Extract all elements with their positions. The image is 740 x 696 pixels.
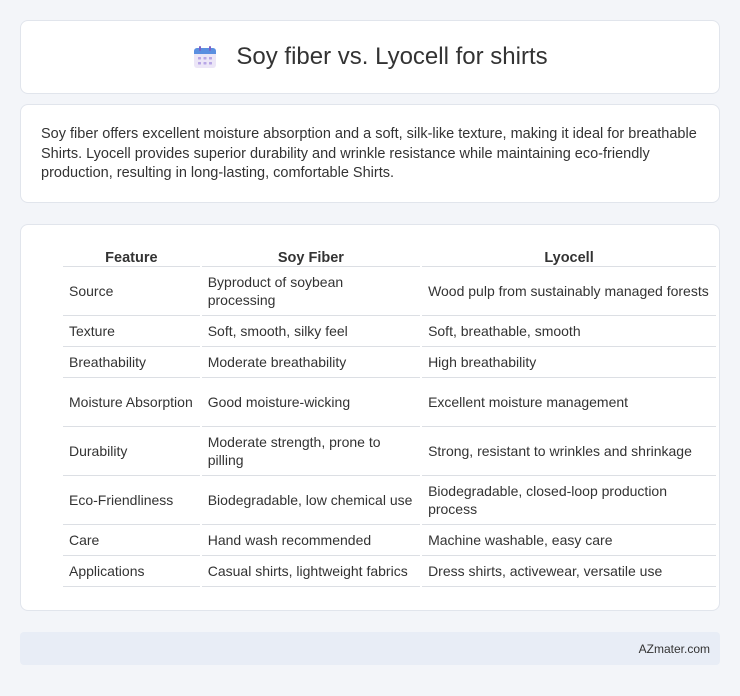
header-lyocell: Lyocell — [422, 243, 716, 267]
calendar-icon — [194, 46, 217, 68]
lyocell-cell: High breathability — [422, 347, 716, 378]
soy-fiber-cell: Biodegradable, low chemical use — [201, 476, 421, 525]
feature-cell: Eco-Friendliness — [63, 476, 200, 525]
footer-source-label: AZmater.com — [638, 641, 710, 656]
table-row: Applications Casual shirts, lightweight … — [63, 556, 716, 587]
soy-fiber-cell: Moderate strength, prone to pilling — [201, 427, 421, 476]
table-row: Moisture Absorption Good moisture-wickin… — [63, 378, 716, 427]
lyocell-cell: Wood pulp from sustainably managed fores… — [422, 267, 716, 316]
table-row: Care Hand wash recommended Machine washa… — [63, 525, 716, 556]
lyocell-cell: Excellent moisture management — [422, 378, 716, 427]
soy-fiber-cell: Byproduct of soybean processing — [201, 267, 421, 316]
header-soy-fiber: Soy Fiber — [201, 243, 421, 267]
table-header-row: Feature Soy Fiber Lyocell — [63, 243, 716, 267]
soy-fiber-cell: Casual shirts, lightweight fabrics — [201, 556, 421, 587]
header-card: Soy fiber vs. Lyocell for shirts — [20, 20, 720, 94]
feature-cell: Moisture Absorption — [63, 378, 200, 427]
summary-card: Soy fiber offers excellent moisture abso… — [20, 104, 720, 203]
feature-cell: Durability — [63, 427, 200, 476]
lyocell-cell: Machine washable, easy care — [422, 525, 716, 556]
header-feature: Feature — [63, 243, 200, 267]
comparison-table: Feature Soy Fiber Lyocell Source Byprodu… — [61, 243, 718, 587]
table-row: Texture Soft, smooth, silky feel Soft, b… — [63, 316, 716, 347]
lyocell-cell: Dress shirts, activewear, versatile use — [422, 556, 716, 587]
footer: AZmater.com — [20, 632, 720, 665]
lyocell-cell: Strong, resistant to wrinkles and shrink… — [422, 427, 716, 476]
comparison-card: Feature Soy Fiber Lyocell Source Byprodu… — [20, 224, 720, 611]
page-title: Soy fiber vs. Lyocell for shirts — [236, 43, 548, 70]
feature-cell: Applications — [63, 556, 200, 587]
lyocell-cell: Soft, breathable, smooth — [422, 316, 716, 347]
title-wrap: Soy fiber vs. Lyocell for shirts — [192, 43, 548, 71]
soy-fiber-cell: Hand wash recommended — [201, 525, 421, 556]
feature-cell: Care — [63, 525, 200, 556]
soy-fiber-cell: Soft, smooth, silky feel — [201, 316, 421, 347]
feature-cell: Texture — [63, 316, 200, 347]
summary-text: Soy fiber offers excellent moisture abso… — [41, 126, 697, 181]
soy-fiber-cell: Moderate breathability — [201, 347, 421, 378]
table-row: Eco-Friendliness Biodegradable, low chem… — [63, 476, 716, 525]
soy-fiber-cell: Good moisture-wicking — [201, 378, 421, 427]
table-row: Source Byproduct of soybean processing W… — [63, 267, 716, 316]
table-row: Breathability Moderate breathability Hig… — [63, 347, 716, 378]
feature-cell: Source — [63, 267, 200, 316]
table-row: Durability Moderate strength, prone to p… — [63, 427, 716, 476]
lyocell-cell: Biodegradable, closed-loop production pr… — [422, 476, 716, 525]
feature-cell: Breathability — [63, 347, 200, 378]
